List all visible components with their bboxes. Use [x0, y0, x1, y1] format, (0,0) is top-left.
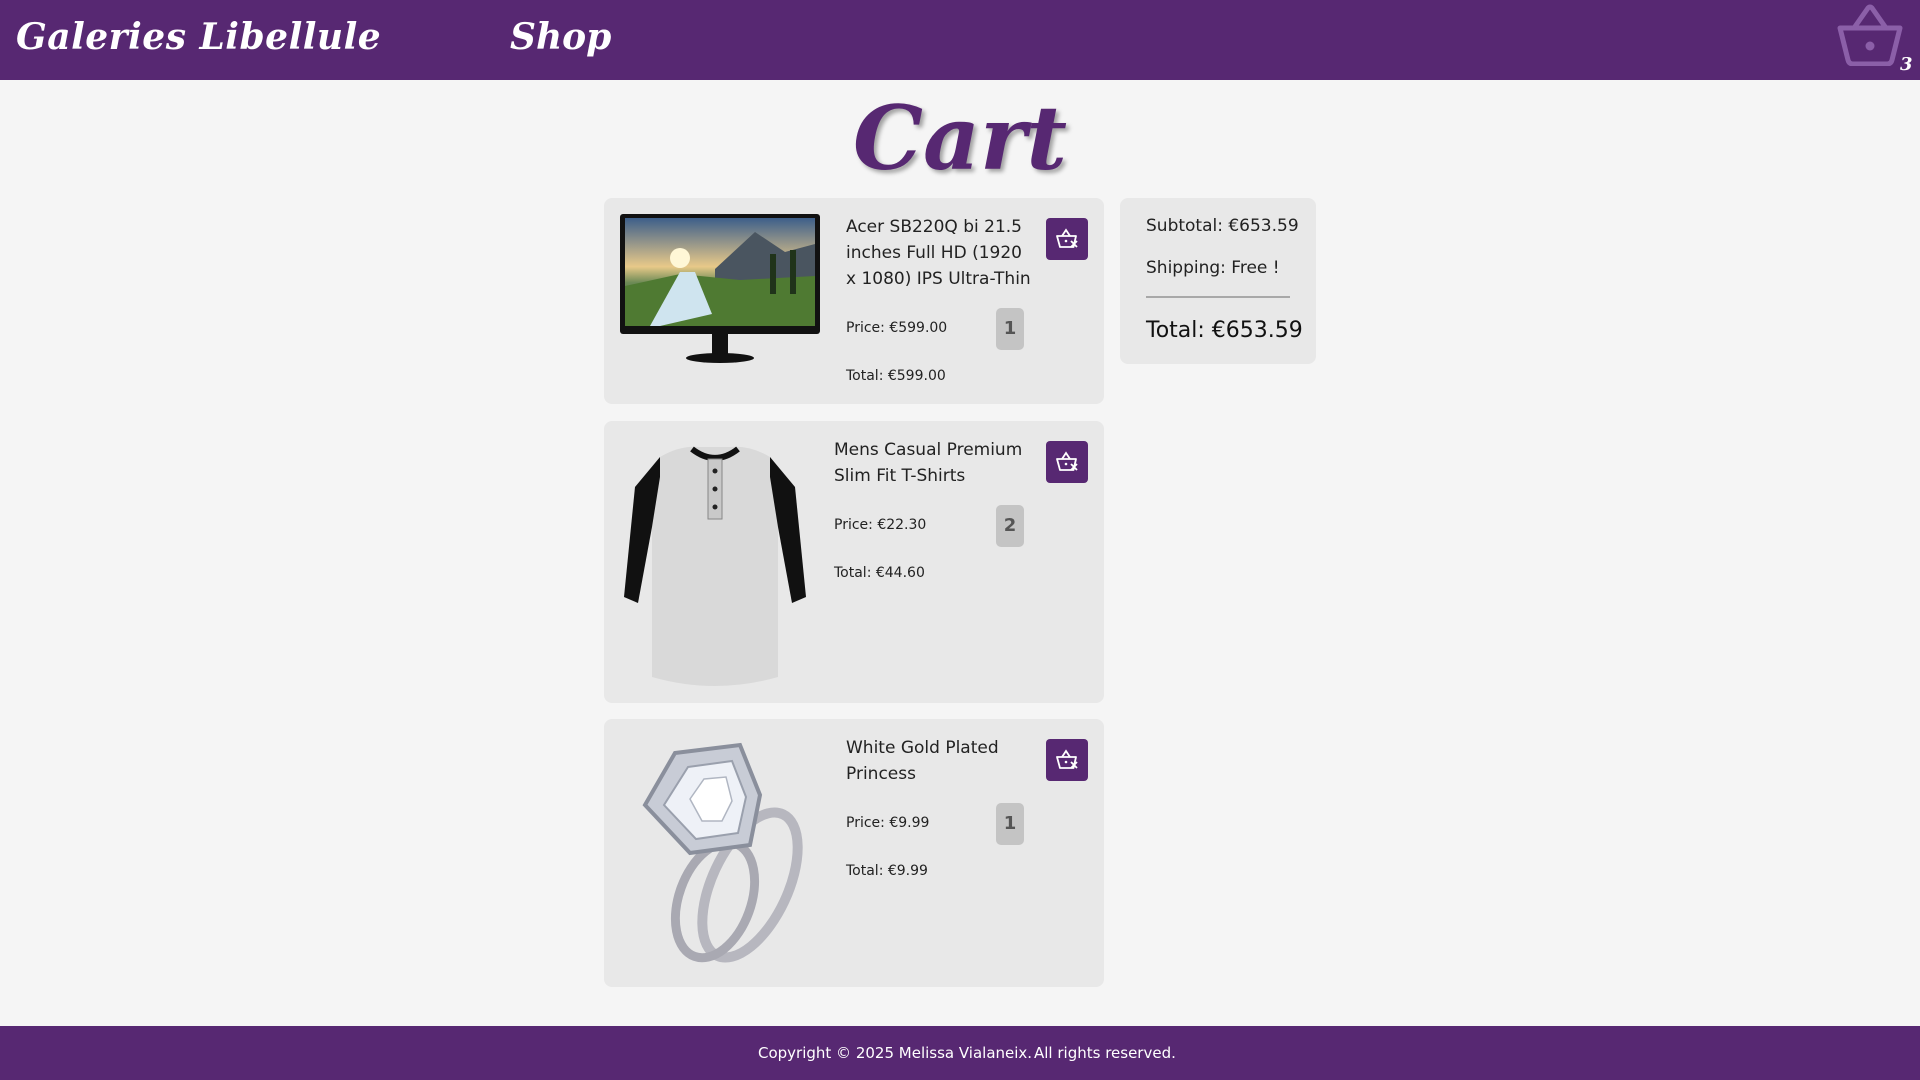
product-price: Price: €22.30 — [834, 517, 927, 533]
shipping-text: Shipping: Free ! — [1146, 258, 1280, 278]
brand-logo[interactable]: Galeries Libellule — [16, 16, 381, 58]
subtotal-text: Subtotal: €653.59 — [1146, 216, 1299, 236]
basket-remove-icon — [1056, 451, 1078, 471]
remove-item-button[interactable] — [1046, 739, 1088, 781]
nav-shop-link[interactable]: Shop — [510, 16, 611, 58]
basket-remove-icon — [1056, 228, 1078, 248]
cart-item-ring: White Gold Plated Princess Price: €9.99 … — [604, 719, 1104, 987]
order-summary: Subtotal: €653.59 Shipping: Free ! Total… — [1120, 198, 1316, 364]
header-bar: Galeries Libellule Shop 3 — [0, 0, 1920, 80]
tshirt-product-image — [624, 446, 806, 686]
grand-total-text: Total: €653.59 — [1146, 318, 1303, 343]
cart-item-tshirt: Mens Casual Premium Slim Fit T-Shirts Pr… — [604, 421, 1104, 703]
product-name: Mens Casual Premium Slim Fit T-Shirts — [834, 440, 1023, 486]
shopping-basket-icon — [1837, 4, 1903, 66]
basket-remove-icon — [1056, 749, 1078, 769]
summary-divider — [1146, 296, 1290, 298]
product-total: Total: €9.99 — [846, 863, 928, 879]
monitor-product-image — [620, 214, 820, 363]
page-title: Cart — [852, 86, 1068, 190]
cart-button[interactable]: 3 — [1830, 2, 1916, 78]
footer-bar: Copyright © 2025 Melissa Vialaneix. All … — [0, 1026, 1920, 1080]
cart-count-badge: 3 — [1900, 54, 1913, 75]
product-total: Total: €599.00 — [846, 368, 946, 384]
cart-item-monitor: Acer SB220Q bi 21.5 inches Full HD (1920… — [604, 198, 1104, 404]
remove-item-button[interactable] — [1046, 441, 1088, 483]
quantity-button[interactable]: 2 — [996, 505, 1024, 547]
rights-text: All rights reserved. — [1034, 1044, 1176, 1062]
quantity-button[interactable]: 1 — [996, 803, 1024, 845]
copyright-text: Copyright © 2025 Melissa Vialaneix. — [758, 1044, 1033, 1062]
product-total: Total: €44.60 — [834, 565, 925, 581]
product-name: White Gold Plated Princess — [846, 738, 999, 784]
product-price: Price: €599.00 — [846, 320, 948, 336]
product-name: Acer SB220Q bi 21.5 inches Full HD (1920… — [846, 217, 1031, 289]
quantity-button[interactable]: 1 — [996, 308, 1024, 350]
product-price: Price: €9.99 — [846, 815, 930, 831]
remove-item-button[interactable] — [1046, 218, 1088, 260]
ring-product-image — [642, 742, 803, 963]
